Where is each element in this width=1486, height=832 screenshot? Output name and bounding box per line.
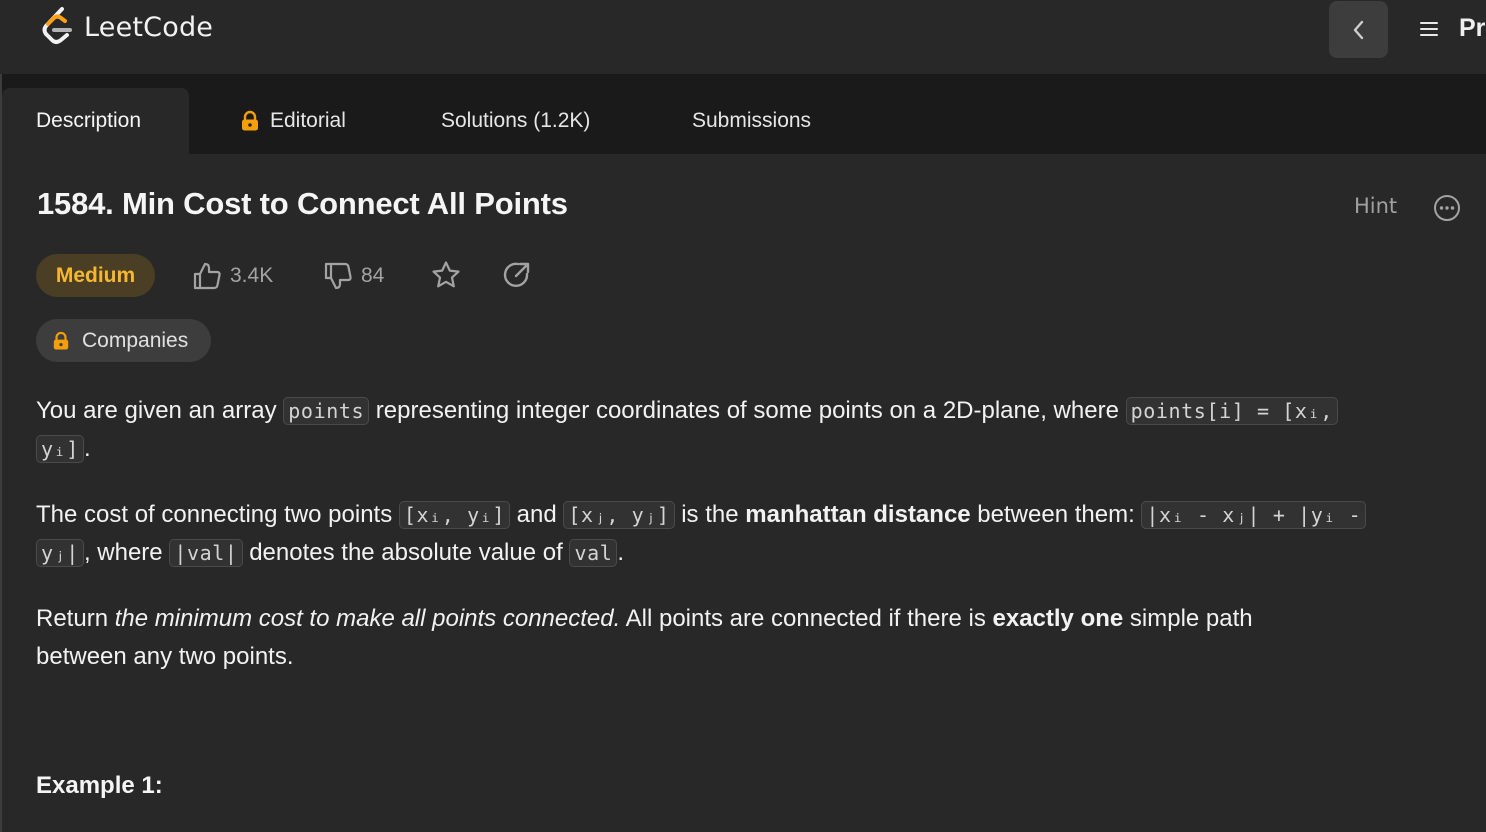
tab-editorial[interactable]: Editorial <box>240 88 346 154</box>
inline-code: yⱼ| <box>36 539 84 567</box>
menu-icon[interactable] <box>1420 18 1440 40</box>
tab-strip: Description Editorial Solutions (1.2K) S… <box>2 74 1486 154</box>
favorite-button[interactable] <box>430 258 462 292</box>
problem-title[interactable]: 1584. Min Cost to Connect All Points <box>37 186 568 222</box>
description-paragraph-1: You are given an array points representi… <box>36 392 1456 468</box>
tab-submissions[interactable]: Submissions <box>692 88 811 154</box>
logo[interactable]: LeetCode <box>40 6 213 48</box>
inline-code: points[i] = [xᵢ, <box>1125 397 1338 425</box>
thumbs-down-icon <box>324 262 352 290</box>
top-bar: LeetCode Pr <box>0 0 1486 74</box>
text: Return <box>36 605 115 632</box>
text: denotes the absolute value of <box>242 539 570 566</box>
text: representing integer coordinates of some… <box>369 397 1126 424</box>
text: simple path <box>1123 605 1253 632</box>
inline-code: [xⱼ, yⱼ] <box>563 501 675 529</box>
text: All points are connected if there is <box>620 605 993 632</box>
italic-text: the minimum cost to make all points conn… <box>114 605 621 632</box>
example-heading: Example 1: <box>36 772 163 799</box>
like-button[interactable]: 3.4K <box>192 256 273 296</box>
dislike-button[interactable]: 84 <box>323 256 384 296</box>
text: is the <box>674 501 746 528</box>
hint-button[interactable]: Hint <box>1354 194 1397 218</box>
logo-text: LeetCode <box>84 11 214 43</box>
inline-code: yᵢ] <box>36 435 84 463</box>
text: and <box>510 501 564 528</box>
tab-solutions[interactable]: Solutions (1.2K) <box>441 88 590 154</box>
chevron-left-icon <box>1353 20 1363 39</box>
text: between them: <box>970 501 1142 528</box>
share-icon <box>503 262 530 287</box>
back-button[interactable] <box>1329 1 1388 58</box>
inline-code: |val| <box>169 539 243 567</box>
companies-button[interactable]: Companies <box>36 319 211 362</box>
inline-code: [xᵢ, yᵢ] <box>398 501 511 529</box>
leetcode-logo-icon <box>42 7 72 44</box>
inline-code: |xᵢ - xⱼ| + |yᵢ - <box>1141 501 1367 529</box>
companies-label: Companies <box>82 328 189 352</box>
text: . <box>617 539 625 566</box>
problem-list-link[interactable]: Pr <box>1459 14 1485 43</box>
bold-text: manhattan distance <box>745 501 971 528</box>
difficulty-badge: Medium <box>36 254 155 297</box>
tab-label: Submissions <box>692 109 812 132</box>
bold-text: exactly one <box>992 605 1124 632</box>
lock-icon <box>242 110 258 131</box>
tab-label: Solutions (1.2K) <box>441 109 591 132</box>
inline-code: points <box>283 397 370 425</box>
text: between any two points. <box>36 643 294 670</box>
inline-code: val <box>569 539 618 567</box>
tab-description[interactable]: Description <box>2 88 189 154</box>
text: You are given an array <box>36 397 284 424</box>
star-icon <box>432 261 460 288</box>
dislike-count: 84 <box>361 264 385 287</box>
description-paragraph-2: The cost of connecting two points [xᵢ, y… <box>36 496 1456 572</box>
lock-icon <box>53 331 69 350</box>
text: The cost of connecting two points <box>36 501 399 528</box>
like-count: 3.4K <box>230 264 274 287</box>
tab-label: Description <box>36 109 142 132</box>
description-paragraph-3: Return the minimum cost to make all poin… <box>36 600 1456 676</box>
text: , where <box>83 539 170 566</box>
tab-label: Editorial <box>270 109 346 132</box>
share-button[interactable] <box>501 258 533 292</box>
more-icon[interactable] <box>1433 194 1461 222</box>
thumbs-up-icon <box>193 262 221 290</box>
text: . <box>83 435 91 462</box>
